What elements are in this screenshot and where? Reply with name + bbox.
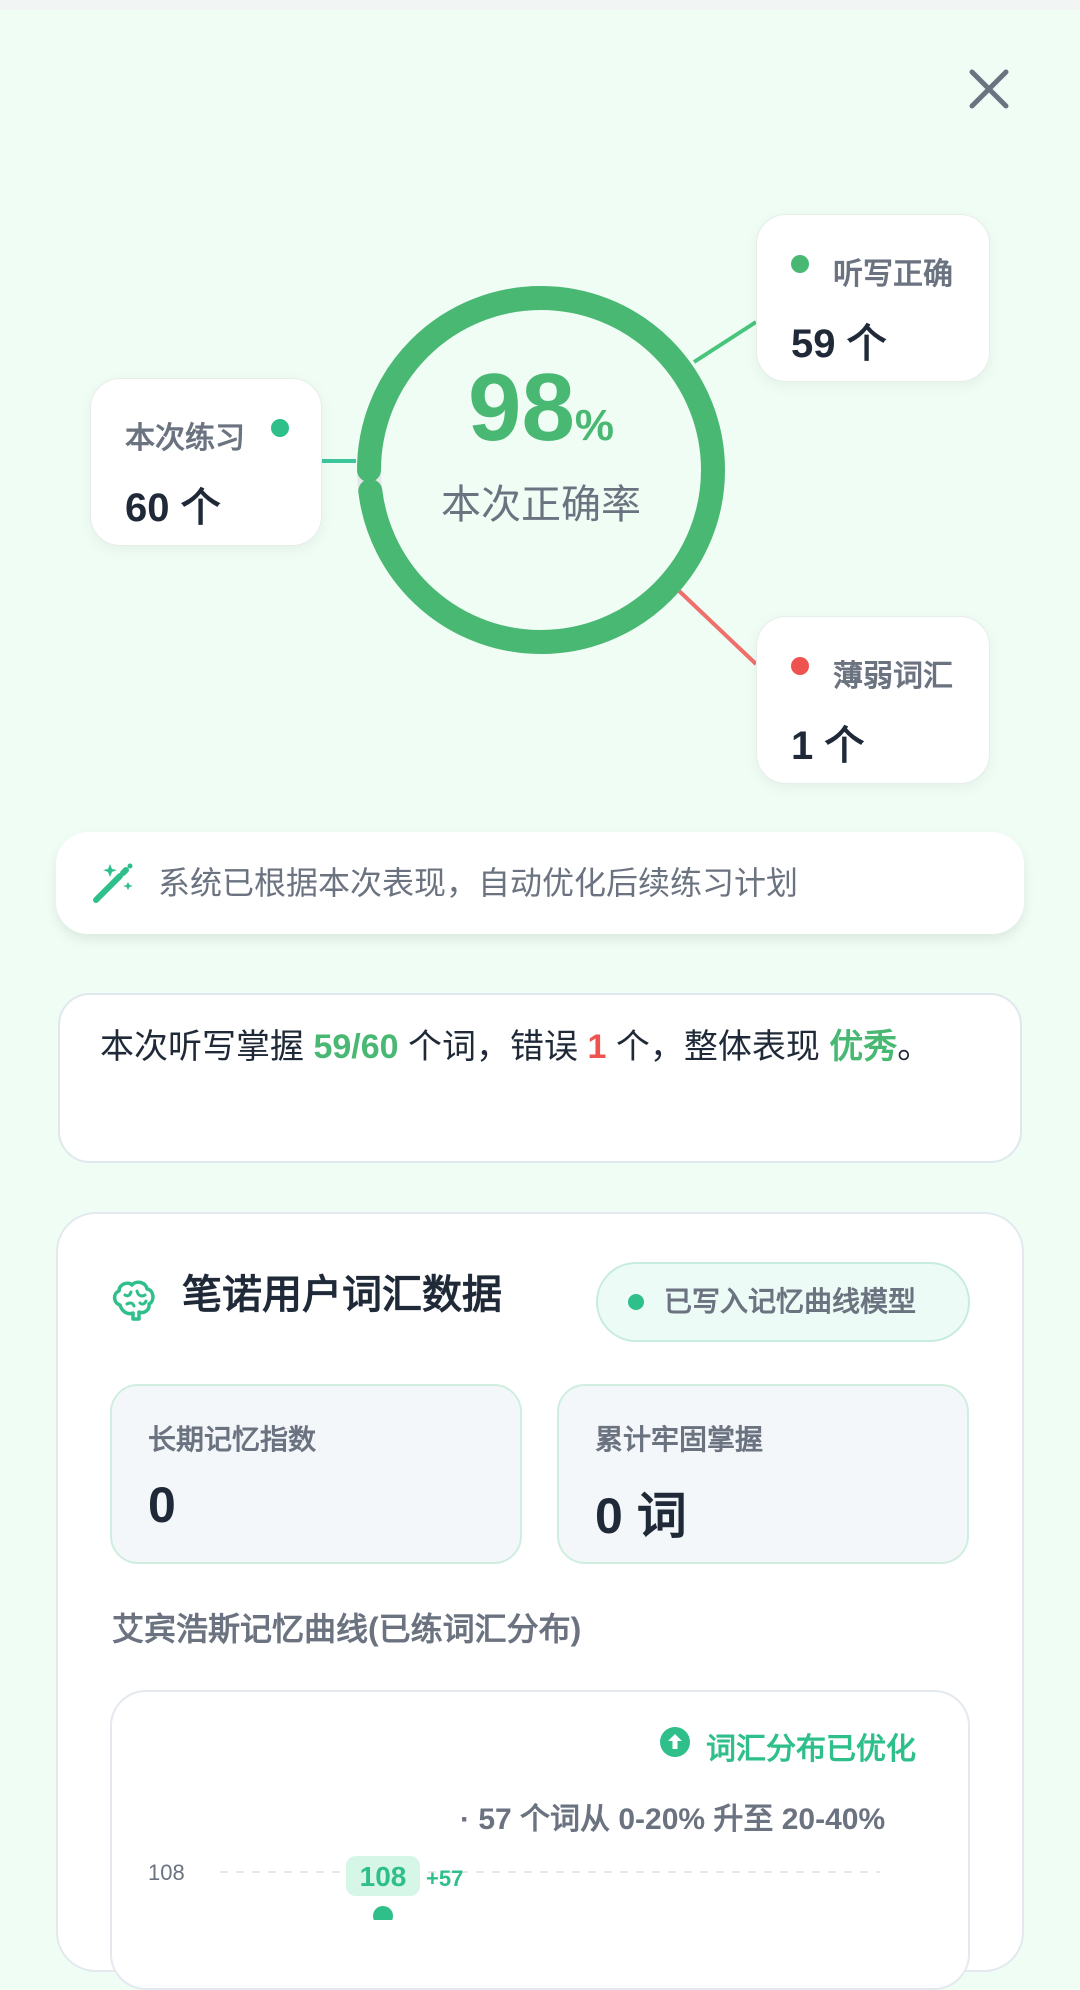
accuracy-percent: 98% (346, 360, 736, 456)
metric-value: 0 词 (595, 1488, 687, 1544)
correct-value: 59 个 (791, 322, 887, 366)
panel-title: 笔诺用户词汇数据 (182, 1273, 502, 1317)
arrow-up-circle-icon (660, 1727, 690, 1757)
weak-dot (791, 657, 809, 675)
metric-value: 0 (148, 1477, 176, 1533)
long-term-memory-card: 长期记忆指数 0 (110, 1384, 522, 1564)
metric-label: 累计牢固掌握 (595, 1424, 764, 1455)
accuracy-readout: 98% 本次正确率 (346, 360, 736, 530)
practice-value: 60 个 (125, 486, 221, 530)
magic-wand-icon (93, 863, 133, 903)
data-point (373, 1906, 393, 1920)
auto-optimize-text: 系统已根据本次表现，自动优化后续练习计划 (158, 865, 799, 901)
correct-count-card: 听写正确 59 个 (756, 214, 990, 382)
practice-count-card: 本次练习 60 个 (90, 378, 322, 546)
accuracy-label: 本次正确率 (441, 483, 641, 527)
weak-value: 1 个 (791, 724, 865, 768)
summary-mid1: 个词，错误 (398, 1028, 588, 1066)
summary-grade: 优秀 (829, 1028, 898, 1066)
weak-words-card[interactable]: 薄弱词汇 1 个 (756, 616, 990, 784)
badge-dot (628, 1294, 644, 1310)
accuracy-value: 98 (468, 354, 575, 461)
badge-text: 已写入记忆曲线模型 (664, 1286, 917, 1317)
summary-prefix: 本次听写掌握 (100, 1028, 314, 1066)
metric-label: 长期记忆指数 (148, 1424, 317, 1455)
accuracy-percent-sign: % (574, 401, 614, 450)
close-icon[interactable] (962, 62, 1016, 116)
summary-suffix: 。 (897, 1028, 932, 1066)
y-tick-label: 108 (148, 1860, 185, 1885)
status-bar-strip (0, 0, 1080, 10)
distribution-shift-note: · 57 个词从 0-20% 升至 20-40% (460, 1803, 886, 1836)
practice-label: 本次练习 (125, 422, 245, 455)
forgetting-curve-title: 艾宾浩斯记忆曲线(已练词汇分布) (112, 1611, 582, 1647)
auto-optimize-banner: 系统已根据本次表现，自动优化后续练习计划 (56, 832, 1024, 934)
weak-label: 薄弱词汇 (833, 660, 953, 693)
forgetting-curve-plot: 108 108 +57 (148, 1856, 880, 1920)
summary-mid2: 个，整体表现 (606, 1028, 830, 1066)
distribution-optimized-label: 词汇分布已优化 (706, 1733, 916, 1766)
summary-mastered: 59/60 (313, 1028, 399, 1066)
data-label: 108 (360, 1861, 407, 1892)
brain-icon (112, 1280, 155, 1321)
correct-dot (791, 255, 809, 273)
result-summary: 本次听写掌握 59/60 个词，错误 1 个，整体表现 优秀。 (58, 993, 1022, 1163)
mastered-total-card: 累计牢固掌握 0 词 (557, 1384, 969, 1564)
memory-model-badge: 已写入记忆曲线模型 (596, 1262, 970, 1342)
practice-dot (271, 419, 289, 437)
correct-label: 听写正确 (833, 258, 953, 291)
summary-errors: 1 (587, 1028, 607, 1066)
data-delta-label: +57 (426, 1866, 463, 1891)
